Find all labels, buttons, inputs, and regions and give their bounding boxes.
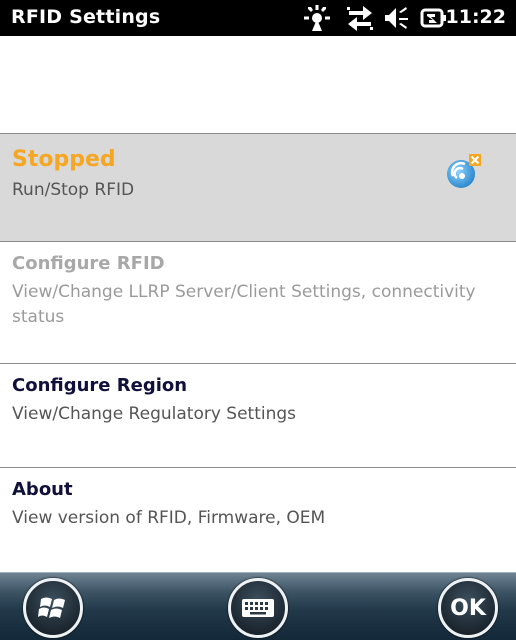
menu-item-configure-rfid[interactable]: Configure RFID View/Change LLRP Server/C… bbox=[0, 241, 516, 363]
menu-item-run-stop-rfid[interactable]: Stopped Run/Stop RFID bbox=[0, 133, 516, 241]
configure-region-description: View/Change Regulatory Settings bbox=[12, 404, 297, 424]
configure-rfid-title: Configure RFID bbox=[12, 253, 165, 274]
start-button[interactable] bbox=[23, 578, 83, 638]
status-bar: RFID Settings 11:22 bbox=[0, 0, 516, 36]
sync-arrows-icon[interactable] bbox=[345, 3, 375, 33]
menu-item-about[interactable]: About View version of RFID, Firmware, OE… bbox=[0, 467, 516, 572]
clock: 11:22 bbox=[445, 6, 506, 28]
rfid-stopped-icon bbox=[447, 154, 481, 188]
about-title: About bbox=[12, 479, 73, 500]
configure-region-title: Configure Region bbox=[12, 375, 188, 396]
speaker-icon[interactable] bbox=[382, 3, 412, 33]
rfid-status-title: Stopped bbox=[12, 147, 116, 172]
configure-rfid-description: View/Change LLRP Server/Client Settings,… bbox=[12, 282, 476, 327]
signal-icon[interactable] bbox=[302, 3, 332, 33]
windows-start-icon bbox=[38, 597, 65, 618]
softkey-bar: OK bbox=[0, 572, 516, 640]
rfid-status-description: Run/Stop RFID bbox=[12, 180, 135, 200]
app-title: RFID Settings bbox=[11, 6, 161, 28]
menu-item-configure-region[interactable]: Configure Region View/Change Regulatory … bbox=[0, 363, 516, 467]
keyboard-icon bbox=[242, 599, 274, 617]
ok-button[interactable]: OK bbox=[438, 578, 498, 638]
keyboard-button[interactable] bbox=[228, 578, 288, 638]
battery-icon[interactable] bbox=[418, 3, 448, 33]
ok-label: OK bbox=[450, 595, 486, 621]
about-description: View version of RFID, Firmware, OEM bbox=[12, 508, 326, 528]
